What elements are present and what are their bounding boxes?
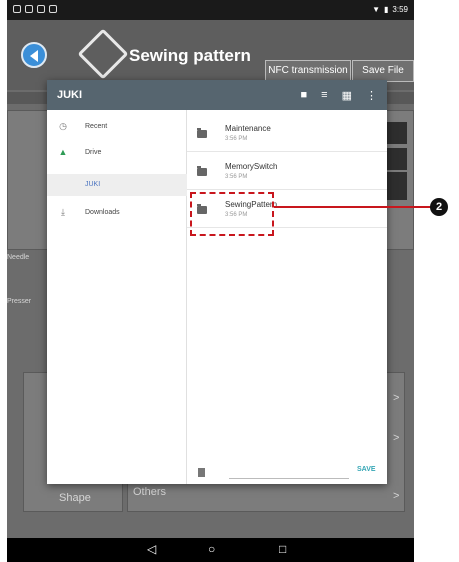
toolbar-icons: ■ ≡ ▦ ⋮ (301, 89, 377, 102)
file-picker-dialog: JUKI ■ ≡ ▦ ⋮ ◷ Recent ▲ Drive JUKI ⤓ Dow… (47, 80, 387, 484)
callout-number: 2 (430, 198, 448, 216)
notification-icon (49, 5, 57, 13)
notification-icon (25, 5, 33, 13)
battery-icon: ▮ (384, 5, 389, 14)
list-item[interactable]: Maintenance 3:56 PM (187, 118, 387, 152)
status-bar: ▼ ▮ 3:59 (7, 0, 414, 20)
sidebar-item-drive[interactable]: ▲ Drive (47, 142, 187, 164)
sidebar-item-downloads[interactable]: ⤓ Downloads (47, 202, 187, 224)
sidebar-item-label: Recent (85, 123, 108, 130)
background-block (387, 148, 407, 170)
transfer-icon (77, 28, 129, 80)
sidebar-item-label: Downloads (85, 209, 120, 216)
more-options-icon[interactable]: ⋮ (366, 89, 377, 102)
sort-icon[interactable]: ≡ (321, 89, 327, 102)
save-button[interactable]: SAVE (357, 466, 376, 473)
folder-icon (197, 166, 207, 176)
dialog-toolbar: JUKI ■ ≡ ▦ ⋮ (47, 80, 387, 110)
nav-recent-icon[interactable]: □ (279, 542, 286, 556)
background-block (387, 172, 407, 200)
clock-time: 3:59 (392, 5, 408, 14)
sidebar-item-recent[interactable]: ◷ Recent (47, 116, 187, 138)
download-icon: ⤓ (61, 207, 65, 217)
status-right: ▼ ▮ 3:59 (372, 5, 408, 14)
callout-line (274, 206, 434, 208)
tablet-screen: ▼ ▮ 3:59 Sewing pattern NFC transmission… (7, 0, 414, 562)
nav-back-icon[interactable]: ◁ (147, 542, 156, 556)
grid-view-icon[interactable]: ▦ (342, 89, 352, 102)
arrow-icon[interactable]: > (393, 490, 399, 502)
file-time: 3:56 PM (225, 136, 248, 142)
shape-label: Shape (59, 492, 91, 504)
nfc-transmission-button[interactable]: NFC transmission (265, 60, 351, 82)
presser-label: Presser (7, 298, 32, 305)
sidebar-item-label: JUKI (85, 181, 101, 188)
clock-icon: ◷ (59, 121, 67, 131)
arrow-icon[interactable]: > (393, 432, 399, 444)
others-label: Others (133, 486, 167, 498)
callout-highlight (190, 192, 274, 236)
file-name: MemorySwitch (225, 162, 278, 171)
save-file-button[interactable]: Save File (352, 60, 414, 82)
wifi-icon: ▼ (372, 5, 381, 14)
document-icon (198, 468, 205, 477)
navigation-bar: ◁ ○ □ (7, 538, 414, 562)
new-folder-icon[interactable]: ■ (301, 89, 308, 102)
notification-icon (37, 5, 45, 13)
nav-home-icon[interactable]: ○ (208, 542, 215, 556)
notification-icons (13, 5, 57, 13)
page-title: Sewing pattern (129, 46, 251, 65)
folder-icon (197, 128, 207, 138)
notification-icon (13, 5, 21, 13)
filename-input[interactable] (229, 478, 349, 479)
list-item[interactable]: MemorySwitch 3:56 PM (187, 156, 387, 190)
drive-icon: ▲ (58, 147, 68, 157)
back-button[interactable] (21, 42, 47, 68)
file-time: 3:56 PM (225, 174, 248, 180)
arrow-icon[interactable]: > (393, 392, 399, 404)
sidebar-item-label: Drive (85, 149, 102, 156)
sidebar-item-juki[interactable]: JUKI (47, 174, 187, 196)
file-name: Maintenance (225, 124, 271, 133)
background-block (387, 122, 407, 144)
dialog-title: JUKI (57, 89, 83, 101)
needle-label: Needle (7, 254, 30, 261)
dialog-sidebar: ◷ Recent ▲ Drive JUKI ⤓ Downloads (47, 110, 187, 484)
